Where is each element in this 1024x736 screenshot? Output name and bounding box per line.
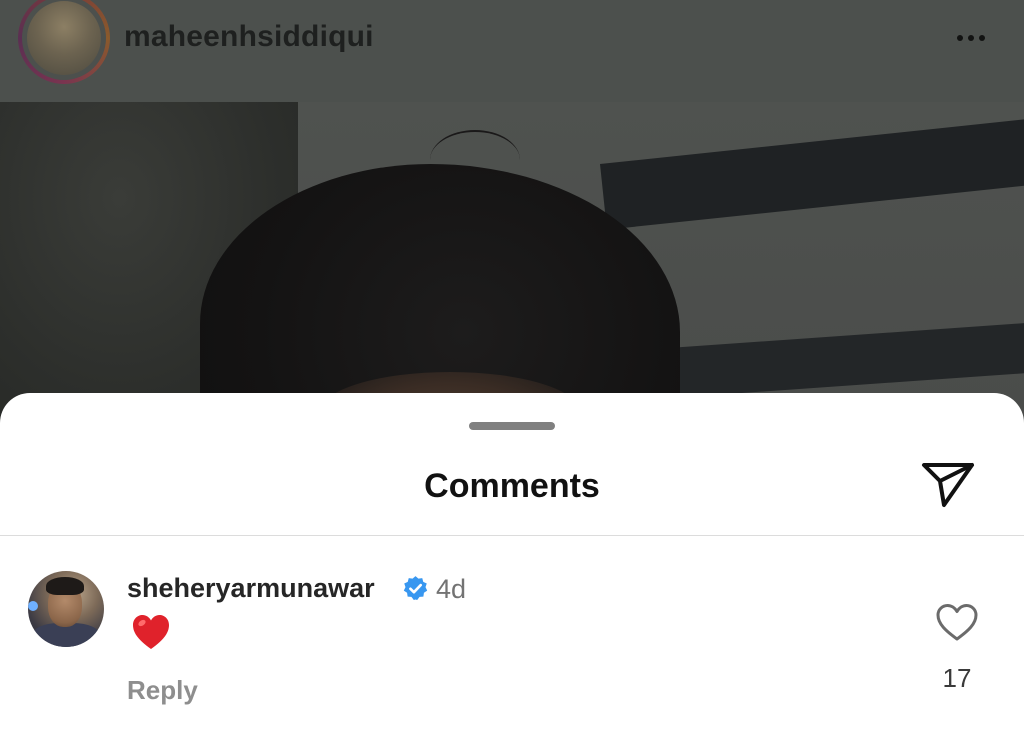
avatar-image	[27, 1, 101, 75]
comments-sheet: Comments sheheryarmunawar 4d ❤️	[0, 393, 1024, 736]
post-header: maheenhsiddiqui	[0, 0, 1024, 102]
reply-button[interactable]: Reply	[127, 675, 198, 706]
more-options-icon[interactable]	[946, 24, 996, 52]
sheet-divider	[0, 535, 1024, 536]
post-image	[0, 102, 1024, 422]
sheet-title: Comments	[424, 467, 600, 505]
commenter-username[interactable]: sheheryarmunawar	[127, 573, 375, 604]
commenter-avatar[interactable]	[28, 571, 104, 647]
comment-text-heart-emoji: ❤️	[130, 611, 172, 653]
red-heart-icon	[133, 615, 169, 649]
post-author-username[interactable]: maheenhsiddiqui	[124, 20, 374, 54]
send-icon[interactable]	[920, 459, 976, 509]
heart-outline-icon[interactable]	[934, 601, 980, 643]
sheet-drag-handle[interactable]	[469, 422, 555, 430]
verified-badge-icon	[402, 575, 429, 602]
post-author-avatar[interactable]	[18, 0, 110, 84]
like-count: 17	[942, 663, 972, 693]
comment-timestamp: 4d	[436, 574, 467, 604]
